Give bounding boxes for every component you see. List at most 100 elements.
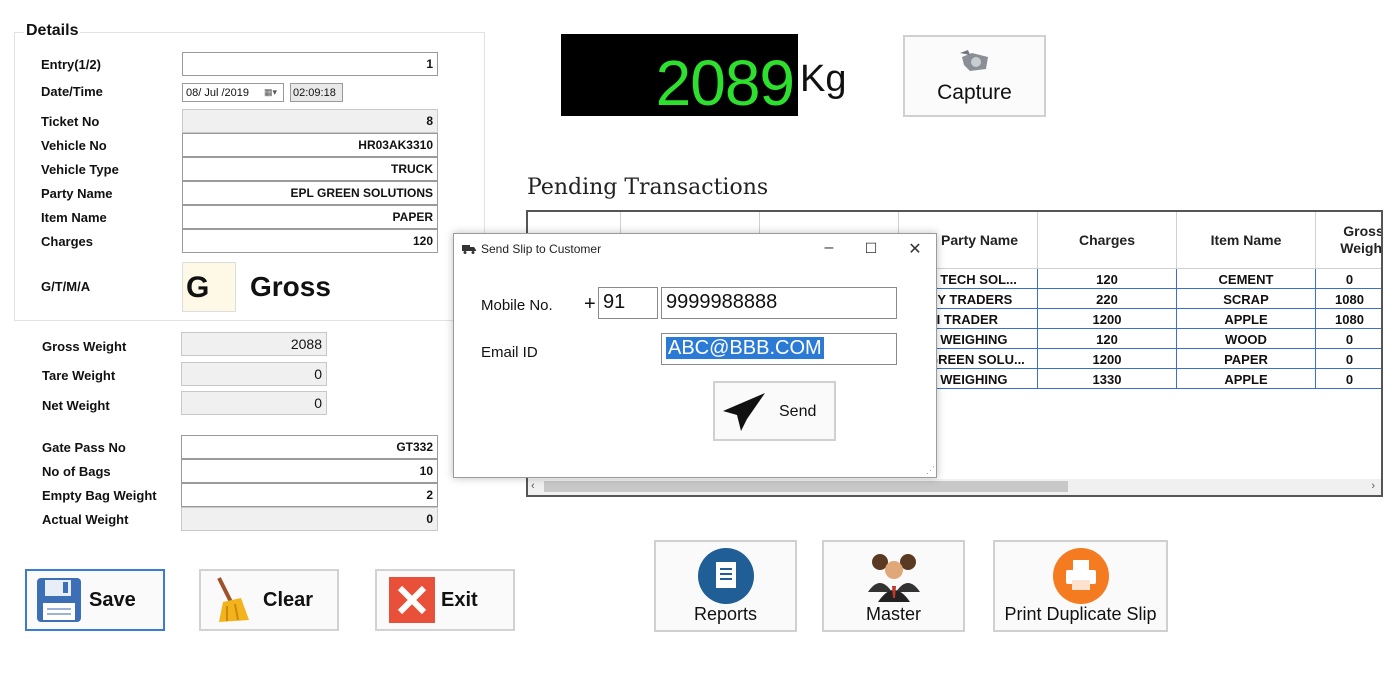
actual-weight-label: Actual Weight [42, 512, 129, 527]
reports-button[interactable]: Reports [654, 540, 797, 632]
email-value: ABC@BBB.COM [666, 337, 824, 359]
users-icon [868, 554, 920, 602]
horizontal-scrollbar[interactable]: ‹ › [528, 479, 1381, 495]
cell-party[interactable]: E WEIGHING [928, 329, 1038, 349]
send-button[interactable]: Send [713, 381, 836, 441]
paper-plane-icon [723, 393, 765, 431]
net-weight-label: Net Weight [42, 398, 110, 413]
cell-party[interactable]: GREEN SOLU... [928, 349, 1038, 369]
gross-weight-label: Gross Weight [42, 339, 127, 354]
charges-field[interactable]: 120 [182, 229, 438, 253]
vehicle-no-field[interactable]: HR03AK3310 [182, 133, 438, 157]
cell-item[interactable]: APPLE [1177, 369, 1316, 389]
cell-item[interactable]: PAPER [1177, 349, 1316, 369]
mobile-number-field[interactable]: 9999988888 [661, 287, 897, 319]
capture-button[interactable]: Capture [903, 35, 1046, 117]
cell-gross[interactable]: 0 [1316, 329, 1381, 349]
dialog-title: Send Slip to Customer [481, 242, 602, 256]
scroll-left-icon[interactable]: ‹ [531, 479, 535, 492]
dialog-titlebar[interactable]: Send Slip to Customer – ☐ ✕ [454, 234, 936, 264]
date-picker[interactable]: 08/ Jul /2019 ▦▾ [182, 83, 284, 102]
printer-icon [1053, 548, 1109, 604]
empty-bag-weight-label: Empty Bag Weight [42, 488, 157, 503]
party-name-label: Party Name [41, 186, 113, 201]
tare-weight-label: Tare Weight [42, 368, 116, 383]
email-id-label: Email ID [481, 344, 538, 361]
close-icon[interactable]: ✕ [900, 239, 930, 259]
broom-icon [217, 577, 249, 622]
scrollbar-thumb[interactable] [544, 481, 1068, 492]
column-header-item-name[interactable]: Item Name [1177, 212, 1316, 269]
minimize-icon[interactable]: – [814, 239, 844, 257]
party-name-field[interactable]: EPL GREEN SOLUTIONS [182, 181, 438, 205]
gate-pass-no-field[interactable]: GT332 [181, 435, 438, 459]
entry-field[interactable]: 1 [182, 52, 438, 76]
cell-gross[interactable]: 1080 [1316, 309, 1381, 329]
exit-label: Exit [441, 588, 478, 611]
gross-weight-field[interactable]: 2088 [181, 332, 327, 356]
column-header-gross-weight[interactable]: Gross Weight [1316, 212, 1381, 269]
scale-reading-display: 2089 [561, 34, 798, 119]
cell-gross[interactable]: 1080 [1316, 289, 1381, 309]
truck-icon [462, 245, 476, 254]
cell-charges[interactable]: 120 [1038, 329, 1177, 349]
date-value: 08/ Jul /2019 [186, 87, 249, 99]
details-title: Details [24, 22, 81, 40]
cell-party[interactable]: NY TRADERS [928, 289, 1038, 309]
item-name-field[interactable]: PAPER [182, 205, 438, 229]
plus-sign: + [584, 293, 596, 315]
clear-label: Clear [263, 588, 314, 611]
email-field[interactable]: ABC@BBB.COM [661, 333, 897, 365]
entry-label: Entry(1/2) [41, 57, 101, 72]
time-field[interactable]: 02:09:18 [290, 83, 343, 102]
cell-item[interactable]: WOOD [1177, 329, 1316, 349]
master-label: Master [865, 604, 921, 624]
cell-charges[interactable]: 220 [1038, 289, 1177, 309]
ticket-no-field[interactable]: 8 [182, 109, 438, 133]
cell-charges[interactable]: 1330 [1038, 369, 1177, 389]
capture-label: Capture [937, 81, 1012, 104]
calendar-dropdown-icon[interactable]: ▦▾ [264, 87, 280, 99]
cell-charges[interactable]: 120 [1038, 269, 1177, 289]
send-label: Send [779, 403, 817, 420]
pending-transactions-title: Pending Transactions [527, 175, 769, 200]
vehicle-type-label: Vehicle Type [41, 162, 119, 177]
column-header-charges[interactable]: Charges [1038, 212, 1177, 269]
print-duplicate-slip-button[interactable]: Print Duplicate Slip [993, 540, 1168, 632]
gtma-mode-text: Gross [250, 271, 331, 302]
cell-party[interactable]: S TECH SOL... [928, 269, 1038, 289]
vehicle-type-field[interactable]: TRUCK [182, 157, 438, 181]
mobile-no-label: Mobile No. [481, 297, 553, 314]
cell-gross[interactable]: 0 [1316, 369, 1381, 389]
scroll-right-icon[interactable]: › [1371, 479, 1375, 492]
cell-gross[interactable]: 0 [1316, 349, 1381, 369]
cell-charges[interactable]: 1200 [1038, 349, 1177, 369]
resize-grip[interactable]: ⋰ [926, 465, 935, 476]
cell-charges[interactable]: 1200 [1038, 309, 1177, 329]
cell-party[interactable]: E WEIGHING [928, 369, 1038, 389]
empty-bag-weight-field[interactable]: 2 [181, 483, 438, 507]
cell-gross[interactable]: 0 [1316, 269, 1381, 289]
country-code-field[interactable]: 91 [598, 287, 658, 319]
cell-item[interactable]: CEMENT [1177, 269, 1316, 289]
clear-button[interactable]: Clear [199, 569, 339, 631]
actual-weight-field[interactable]: 0 [181, 507, 438, 531]
save-button[interactable]: Save [25, 569, 165, 631]
maximize-icon[interactable]: ☐ [856, 240, 886, 257]
datetime-label: Date/Time [41, 84, 103, 99]
cell-item[interactable]: SCRAP [1177, 289, 1316, 309]
cell-party[interactable]: VI TRADER [928, 309, 1038, 329]
charges-label: Charges [41, 234, 94, 249]
scale-unit: Kg [800, 58, 847, 100]
reports-label: Reports [693, 604, 758, 624]
exit-button[interactable]: Exit [375, 569, 515, 631]
cell-item[interactable]: APPLE [1177, 309, 1316, 329]
net-weight-field[interactable]: 0 [181, 391, 327, 415]
no-of-bags-field[interactable]: 10 [181, 459, 438, 483]
gate-pass-no-label: Gate Pass No [42, 440, 126, 455]
master-button[interactable]: Master [822, 540, 965, 632]
reports-icon [698, 548, 754, 604]
tare-weight-field[interactable]: 0 [181, 362, 327, 386]
gtma-code-box[interactable]: G [182, 262, 236, 312]
vehicle-no-label: Vehicle No [41, 138, 107, 153]
